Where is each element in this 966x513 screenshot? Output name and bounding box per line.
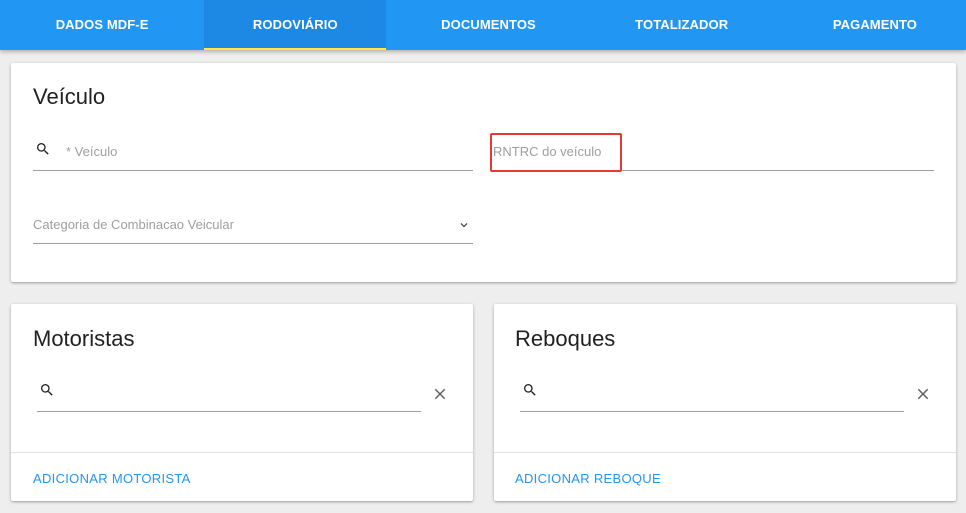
close-icon[interactable] bbox=[431, 385, 449, 408]
veiculo-input[interactable]: * Veículo bbox=[33, 136, 473, 171]
motoristas-title: Motoristas bbox=[33, 326, 135, 351]
tab-totalizador[interactable]: TOTALIZADOR bbox=[591, 0, 773, 50]
categoria-select[interactable]: Categoria de Combinacao Veicular bbox=[33, 208, 473, 244]
veiculo-title: Veículo bbox=[33, 84, 106, 109]
reboques-card: Reboques ADICIONAR REBOQUE bbox=[494, 304, 956, 501]
reboques-divider bbox=[494, 452, 956, 453]
adicionar-motorista-button[interactable]: ADICIONAR MOTORISTA bbox=[33, 471, 191, 486]
motoristas-card: Motoristas ADICIONAR MOTORISTA bbox=[11, 304, 473, 501]
tab-dados-mdfe[interactable]: DADOS MDF-E bbox=[11, 0, 193, 50]
veiculo-placeholder: * Veículo bbox=[66, 144, 118, 159]
search-icon bbox=[39, 382, 55, 403]
reboques-search-input[interactable] bbox=[520, 377, 904, 412]
categoria-placeholder: Categoria de Combinacao Veicular bbox=[33, 217, 234, 232]
tab-pagamento[interactable]: PAGAMENTO bbox=[784, 0, 966, 50]
tab-rodoviario[interactable]: RODOVIÁRIO bbox=[204, 0, 387, 50]
search-icon bbox=[522, 382, 538, 403]
rntrc-highlight-box bbox=[490, 133, 622, 172]
search-icon bbox=[35, 141, 51, 162]
tab-documentos[interactable]: DOCUMENTOS bbox=[397, 0, 579, 50]
motoristas-divider bbox=[11, 452, 473, 453]
adicionar-reboque-button[interactable]: ADICIONAR REBOQUE bbox=[515, 471, 661, 486]
tab-bar: DADOS MDF-E RODOVIÁRIO DOCUMENTOS TOTALI… bbox=[0, 0, 966, 50]
chevron-down-icon bbox=[457, 218, 471, 237]
motoristas-search-input[interactable] bbox=[37, 377, 421, 412]
reboques-title: Reboques bbox=[515, 326, 616, 351]
veiculo-card: Veículo * Veículo RNTRC do veículo Categ… bbox=[11, 63, 956, 282]
close-icon[interactable] bbox=[914, 385, 932, 408]
